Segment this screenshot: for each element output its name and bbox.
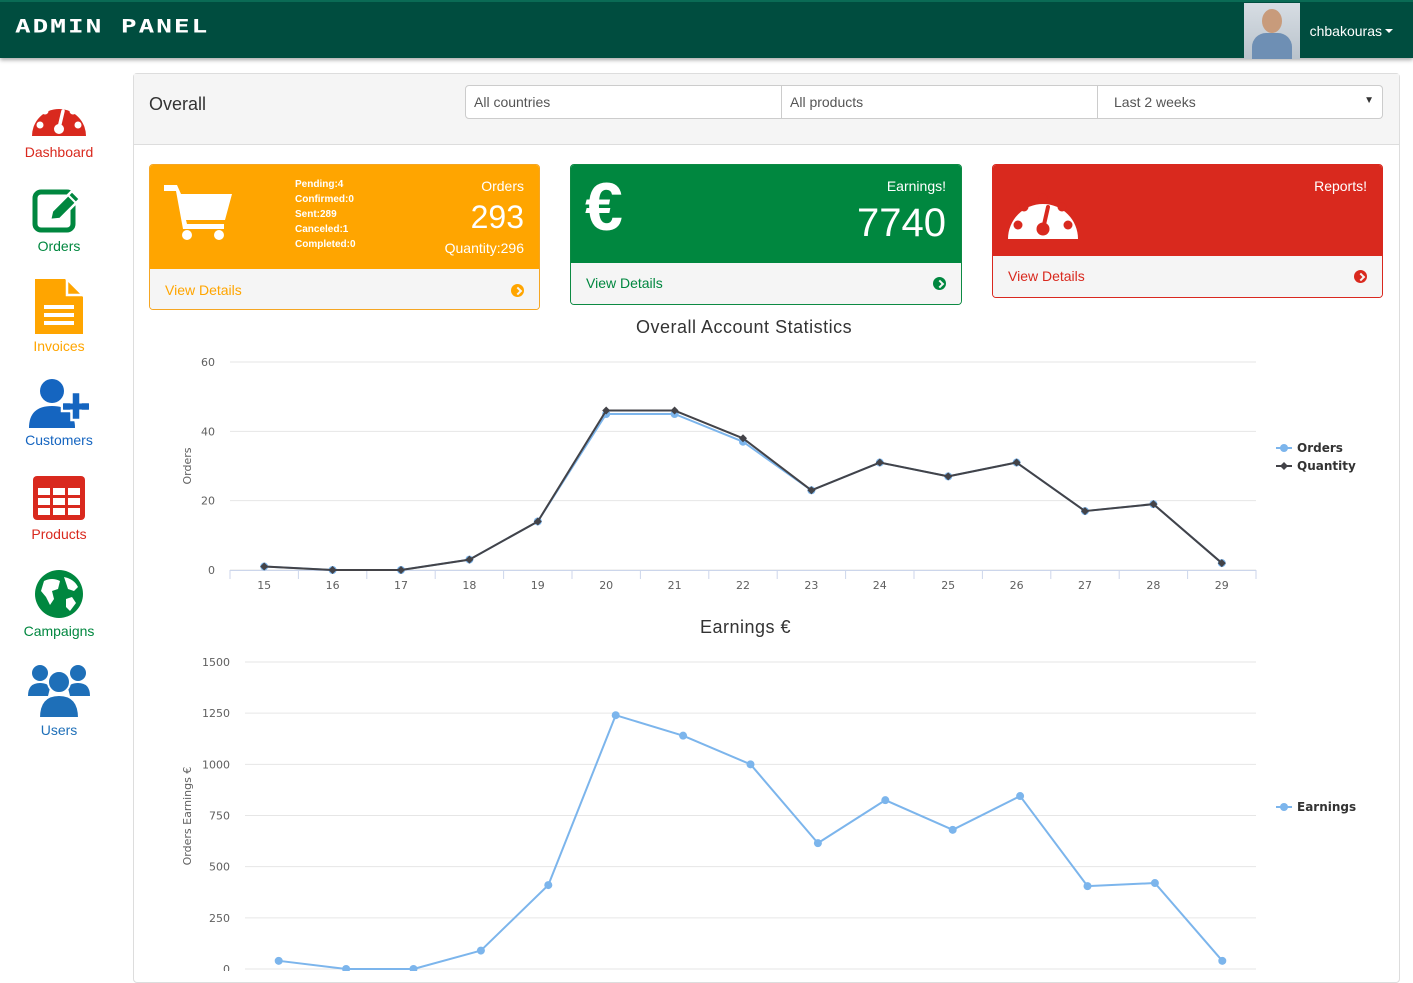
- y-axis-label: Orders: [181, 447, 194, 484]
- data-point: [1218, 956, 1227, 965]
- data-point: [544, 881, 553, 890]
- data-point: [476, 946, 485, 955]
- series-line-earnings: [278, 714, 1224, 970]
- x-tick-label: 15: [257, 579, 271, 592]
- legend-label: Earnings: [1297, 800, 1356, 814]
- legend-marker: [1280, 803, 1288, 811]
- x-tick-label: 19: [531, 579, 545, 592]
- data-point: [1150, 879, 1159, 888]
- data-point: [274, 956, 283, 965]
- data-point: [881, 796, 890, 805]
- x-tick-label: 20: [599, 579, 613, 592]
- chart-title-earnings: Earnings €: [700, 617, 792, 637]
- x-tick-label: 27: [1078, 579, 1092, 592]
- data-point: [746, 760, 755, 769]
- data-point: [813, 839, 822, 848]
- y-tick-label: 20: [201, 495, 215, 508]
- legend-marker: [1280, 444, 1288, 452]
- data-point: [1016, 792, 1025, 801]
- y-tick-label: 0: [223, 963, 230, 971]
- x-tick-label: 18: [462, 579, 476, 592]
- y-axis-label: Orders Earnings €: [181, 767, 194, 866]
- data-point: [611, 711, 620, 720]
- y-tick-label: 1250: [202, 707, 230, 720]
- x-tick-label: 23: [804, 579, 818, 592]
- y-tick-label: 1000: [202, 758, 230, 771]
- y-tick-label: 0: [208, 564, 215, 577]
- y-tick-label: 750: [209, 810, 230, 823]
- data-point: [342, 965, 351, 971]
- x-tick-label: 17: [394, 579, 408, 592]
- x-tick-label: 24: [873, 579, 887, 592]
- x-tick-label: 29: [1215, 579, 1229, 592]
- y-tick-label: 60: [201, 356, 215, 369]
- legend-label: Orders: [1297, 441, 1343, 455]
- data-point: [1083, 882, 1092, 891]
- x-tick-label: 25: [941, 579, 955, 592]
- x-tick-label: 28: [1146, 579, 1160, 592]
- x-tick-label: 16: [326, 579, 340, 592]
- legend-label: Quantity: [1297, 459, 1356, 473]
- data-point: [679, 731, 688, 740]
- data-point: [409, 965, 418, 971]
- y-tick-label: 1500: [202, 656, 230, 669]
- data-point: [948, 825, 957, 834]
- y-tick-label: 250: [209, 912, 230, 925]
- legend-marker: [1280, 462, 1288, 470]
- y-tick-label: 40: [201, 425, 215, 438]
- x-tick-label: 26: [1010, 579, 1024, 592]
- account-stats-chart: 0 20 40 60 Orders 15 16 17 18 19 20 21 22 23 24 25 26 27 2…: [181, 356, 1356, 971]
- x-tick-label: 21: [668, 579, 682, 592]
- y-tick-label: 500: [209, 861, 230, 874]
- x-tick-label: 22: [736, 579, 750, 592]
